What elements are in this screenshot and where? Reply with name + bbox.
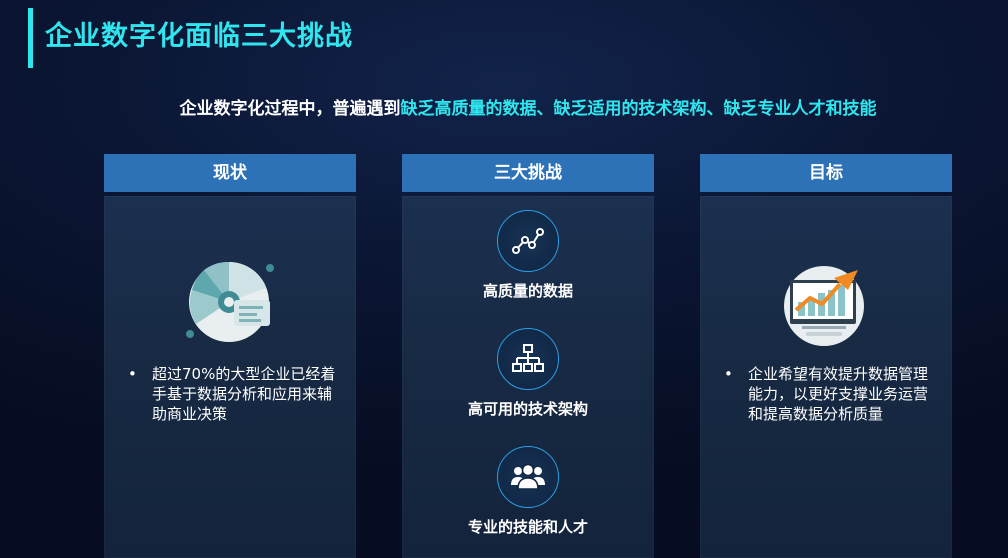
challenge-icon-circle bbox=[497, 446, 559, 508]
challenge-label: 高质量的数据 bbox=[482, 282, 573, 300]
hierarchy-icon bbox=[512, 344, 544, 372]
current-status-list: • 超过70%的大型企业已经着手基于数据分析和应用来辅助商业决策 bbox=[126, 364, 338, 424]
goal-list: • 企业希望有效提升数据管理能力，以更好支撑业务运营和提高数据分析质量 bbox=[722, 364, 934, 424]
subtitle: 企业数字化过程中，普遍遇到缺乏高质量的数据、缺乏适用的技术架构、缺乏专业人才和技… bbox=[0, 94, 1008, 119]
bullet-icon: • bbox=[724, 365, 733, 383]
goal-header: 目标 bbox=[700, 154, 952, 192]
goal-panel: • 企业希望有效提升数据管理能力，以更好支撑业务运营和提高数据分析质量 bbox=[700, 196, 952, 558]
pie-chart-icon bbox=[186, 261, 274, 342]
challenge-label: 高可用的技术架构 bbox=[467, 400, 588, 418]
title-accent-bar bbox=[28, 8, 33, 68]
challenge-item-data: 高质量的数据 bbox=[402, 210, 654, 301]
subtitle-prefix: 企业数字化过程中，普遍遇到 bbox=[179, 99, 401, 119]
goal-item: • 企业希望有效提升数据管理能力，以更好支撑业务运营和提高数据分析质量 bbox=[722, 364, 934, 424]
current-status-header: 现状 bbox=[104, 154, 356, 192]
challenges-panel: 高质量的数据 高可用的技术架构 专业的技能和人才 bbox=[402, 196, 654, 558]
goal-text: 企业希望有效提升数据管理能力，以更好支撑业务运营和提高数据分析质量 bbox=[748, 365, 929, 423]
challenges-header: 三大挑战 bbox=[402, 154, 654, 192]
bullet-icon: • bbox=[128, 365, 137, 383]
challenge-item-architecture: 高可用的技术架构 bbox=[402, 328, 654, 419]
challenge-label: 专业的技能和人才 bbox=[467, 518, 588, 536]
monitor-growth-chart-icon bbox=[784, 266, 864, 346]
people-group-icon bbox=[511, 463, 545, 490]
subtitle-highlight: 缺乏高质量的数据、缺乏适用的技术架构、缺乏专业人才和技能 bbox=[400, 99, 877, 119]
line-trend-icon bbox=[512, 228, 544, 254]
current-status-text: 超过70%的大型企业已经着手基于数据分析和应用来辅助商业决策 bbox=[152, 365, 336, 423]
current-status-column: 现状 • 超过70%的大型企业已经着手基于数据分析和应用来辅助商业决策 bbox=[104, 154, 356, 558]
current-status-panel: • 超过70%的大型企业已经着手基于数据分析和应用来辅助商业决策 bbox=[104, 196, 356, 558]
challenge-item-talent: 专业的技能和人才 bbox=[402, 446, 654, 537]
challenge-icon-circle bbox=[497, 210, 559, 272]
challenges-column: 三大挑战 高质量的数据 高可用的技术架构 专业的技能和人才 bbox=[402, 154, 654, 558]
challenge-icon-circle bbox=[497, 328, 559, 390]
current-status-item: • 超过70%的大型企业已经着手基于数据分析和应用来辅助商业决策 bbox=[126, 364, 338, 424]
page-title: 企业数字化面临三大挑战 bbox=[45, 21, 353, 52]
goal-column: 目标 • 企业希望有效提升数据管理能力，以更好支撑业务运营和提高数据分析质量 bbox=[700, 154, 952, 558]
